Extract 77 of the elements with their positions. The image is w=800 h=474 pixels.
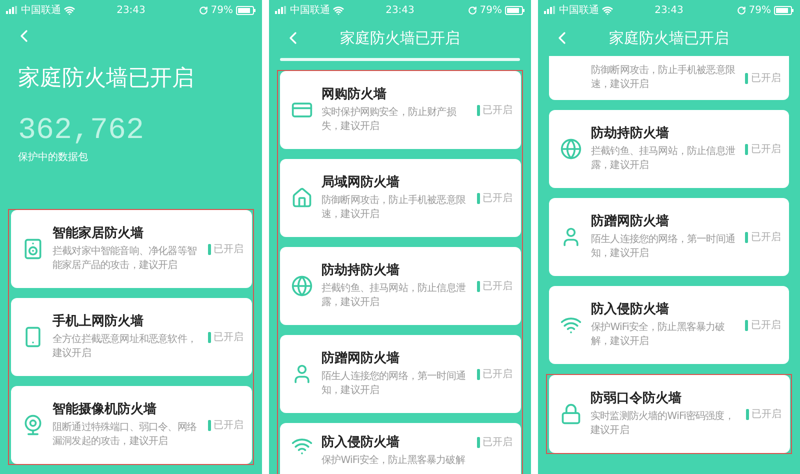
wifi-icon [64,4,75,16]
packet-count: 362,762 [17,114,146,148]
carrier-name: 中国联通 [21,4,61,18]
card-description: 实时保护网购安全，防止财产损失，建议开启 [322,106,458,134]
count-caption: 保护中的数据包 [17,150,89,165]
card-title: 防入侵防火墙 [591,302,670,318]
firewall-card[interactable]: 防入侵防火墙 保护WiFi安全，防止黑客暴力破解，建议开启 已开启 [549,286,789,364]
firewall-card[interactable]: 防劫持防火墙 拦截钓鱼、挂马网站，防止信息泄露，建议开启 已开启 [280,247,520,325]
lock-icon [560,403,582,425]
card-title: 局域网防火墙 [322,174,400,190]
battery-percent: 79% [210,4,233,18]
globe-icon [560,138,582,160]
card-description: 防御断网攻击，防止手机被恶意限速，建议开启 [591,64,736,92]
wifi-icon [333,4,344,16]
status-label: 已开启 [482,192,512,206]
card-description: 拦截钓鱼、挂马网站，防止信息泄露，建议开启 [591,144,736,172]
signal-icon [6,6,18,14]
wifi-icon [602,4,613,16]
battery-percent: 79% [480,4,502,18]
card-title: 防劫持防火墙 [591,126,670,142]
card-description: 陌生人连接您的网络，第一时间通知，建议开启 [322,370,467,398]
card-description: 保护WiFi安全，防止黑客暴力破解，建议开启 [591,320,726,348]
status-label: 已开启 [482,104,512,118]
status-label: 已开启 [751,72,781,86]
card-description: 陌生人连接您的网络，第一时间通知，建议开启 [591,232,736,260]
status-label: 已开启 [751,142,781,156]
globe-icon [290,275,312,297]
firewall-card[interactable]: 防蹭网防火墙 陌生人连接您的网络，第一时间通知，建议开启 已开启 [280,335,520,413]
card-title: 智能摄像机防火墙 [52,402,158,418]
card-title: 网购防火墙 [322,86,388,102]
card-description: 保护WiFi安全，防止黑客暴力破解 [322,454,466,468]
card-description: 拦截对家中智能音响、净化器等智能家居产品的攻击，建议开启 [52,244,198,272]
carrier-name: 中国联通 [290,4,330,18]
battery-icon [774,6,794,14]
house-icon [290,187,312,209]
status-label: 已开启 [752,408,782,422]
card-title: 智能家居防火墙 [52,226,144,242]
card-title: 手机上网防火墙 [52,314,144,330]
status-label: 已开启 [482,368,512,382]
firewall-card[interactable]: 智能家居防火墙 拦截对家中智能音响、净化器等智能家居产品的攻击，建议开启 已开启 [10,210,252,288]
status-label: 已开启 [214,242,244,256]
status-time: 23:43 [654,4,684,18]
card-description: 全方位拦截恶意网址和恶意软件，建议开启 [52,332,198,360]
firewall-card[interactable]: 防入侵防火墙 保护WiFi安全，防止黑客暴力破解 已开启 [280,423,520,474]
card-title: 防弱口令防火墙 [590,390,682,406]
signal-icon [275,6,287,14]
page-title: 家庭防火墙已开启 [17,65,195,93]
firewall-card[interactable]: 局域网防火墙 防御断网攻击，防止手机被恶意限速，建议开启 已开启 [280,159,520,237]
status-label: 已开启 [482,280,512,294]
card-description: 实时监测防火墙的WiFi密码强度，建议开启 [590,410,735,438]
battery-icon [236,6,256,14]
status-label: 已开启 [482,436,512,450]
card-description: 拦截钓鱼、挂马网站，防止信息泄露，建议开启 [322,282,467,310]
battery-icon [505,6,525,14]
status-time: 23:43 [384,4,416,18]
battery-percent: 79% [748,4,771,18]
firewall-card[interactable]: 智能摄像机防火墙 阻断通过特殊端口、弱口令、网络漏洞发起的攻击，建议开启 已开启 [10,386,252,464]
status-label: 已开启 [751,318,781,332]
card-description: 防御断网攻击，防止手机被恶意限速，建议开启 [322,194,467,222]
firewall-card[interactable]: 手机上网防火墙 全方位拦截恶意网址和恶意软件，建议开启 已开启 [10,298,252,376]
card-description: 阻断通过特殊端口、弱口令、网络漏洞发起的攻击，建议开启 [52,420,198,448]
status-label: 已开启 [214,330,244,344]
firewall-card[interactable]: 防弱口令防火墙 实时监测防火墙的WiFi密码强度，建议开启 已开启 [548,375,790,453]
header-title: 家庭防火墙已开启 [339,28,461,49]
status-time: 23:43 [116,4,146,18]
firewall-card[interactable]: 网购防火墙 实时保护网购安全，防止财产损失，建议开启 已开启 [280,71,520,149]
carrier-name: 中国联通 [559,4,599,18]
card-title: 防入侵防火墙 [322,435,400,451]
card-title: 防蹭网防火墙 [591,214,670,230]
firewall-card[interactable]: 防劫持防火墙 拦截钓鱼、挂马网站，防止信息泄露，建议开启 已开启 [549,110,789,188]
status-label: 已开启 [214,418,244,432]
header-title: 家庭防火墙已开启 [608,28,730,49]
card-title: 防劫持防火墙 [322,262,400,278]
card-title: 防蹭网防火墙 [322,350,400,366]
signal-icon [544,6,556,14]
firewall-card[interactable]: 防蹭网防火墙 陌生人连接您的网络，第一时间通知，建议开启 已开启 [549,198,789,276]
status-label: 已开启 [751,230,781,244]
